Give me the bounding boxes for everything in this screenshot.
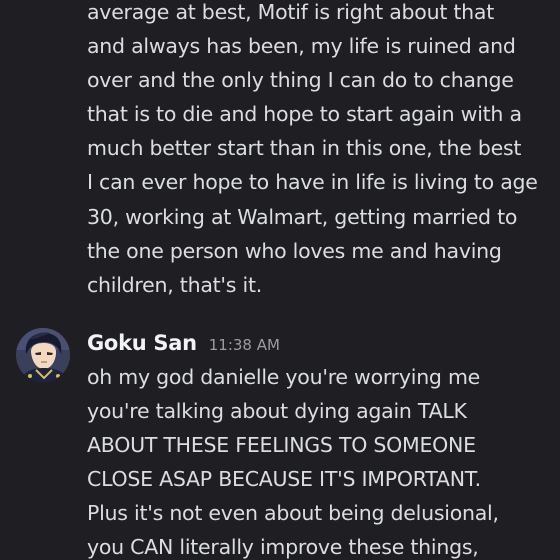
previous-message-content: average at best, Motif is right about th…: [87, 0, 555, 302]
timestamp: 11:38 AM: [208, 335, 280, 354]
message-line: oh my god danielle you're worrying me: [87, 365, 481, 389]
message-line: that is to die and hope to start again w…: [87, 102, 522, 127]
message-line: 30, working at Walmart, getting married …: [87, 204, 518, 229]
message-line: children, that's it.: [87, 272, 262, 297]
message-header: Goku San 11:38 AM: [87, 326, 280, 360]
avatar[interactable]: [16, 328, 70, 382]
message-content: oh my god danielle you're worrying me yo…: [87, 360, 557, 560]
message-line: I can ever hope to have in life is livin…: [87, 170, 538, 195]
message-line: and always has been, my life is ruined a…: [87, 34, 516, 59]
message-line: over and the only thing I can do to chan…: [87, 68, 514, 93]
anime-character-avatar-icon: [16, 328, 70, 382]
message-line: Plus it's not even about being delusiona…: [87, 501, 499, 526]
message-line: you CAN literally improve these things,: [87, 535, 479, 560]
message-line: CLOSE ASAP BECAUSE IT'S IMPORTANT.: [87, 467, 481, 492]
message-line: ABOUT THESE FEELINGS TO SOMEONE: [87, 433, 476, 458]
message-line: much better start than in this one, the …: [87, 136, 522, 161]
message-line: the one person who loves me and having: [87, 238, 502, 263]
message-line: you're talking about dying again TALK: [87, 399, 467, 424]
chat-message-list[interactable]: average at best, Motif is right about th…: [0, 0, 560, 560]
username[interactable]: Goku San: [87, 331, 197, 355]
message-line: average at best, Motif is right about th…: [87, 0, 494, 24]
